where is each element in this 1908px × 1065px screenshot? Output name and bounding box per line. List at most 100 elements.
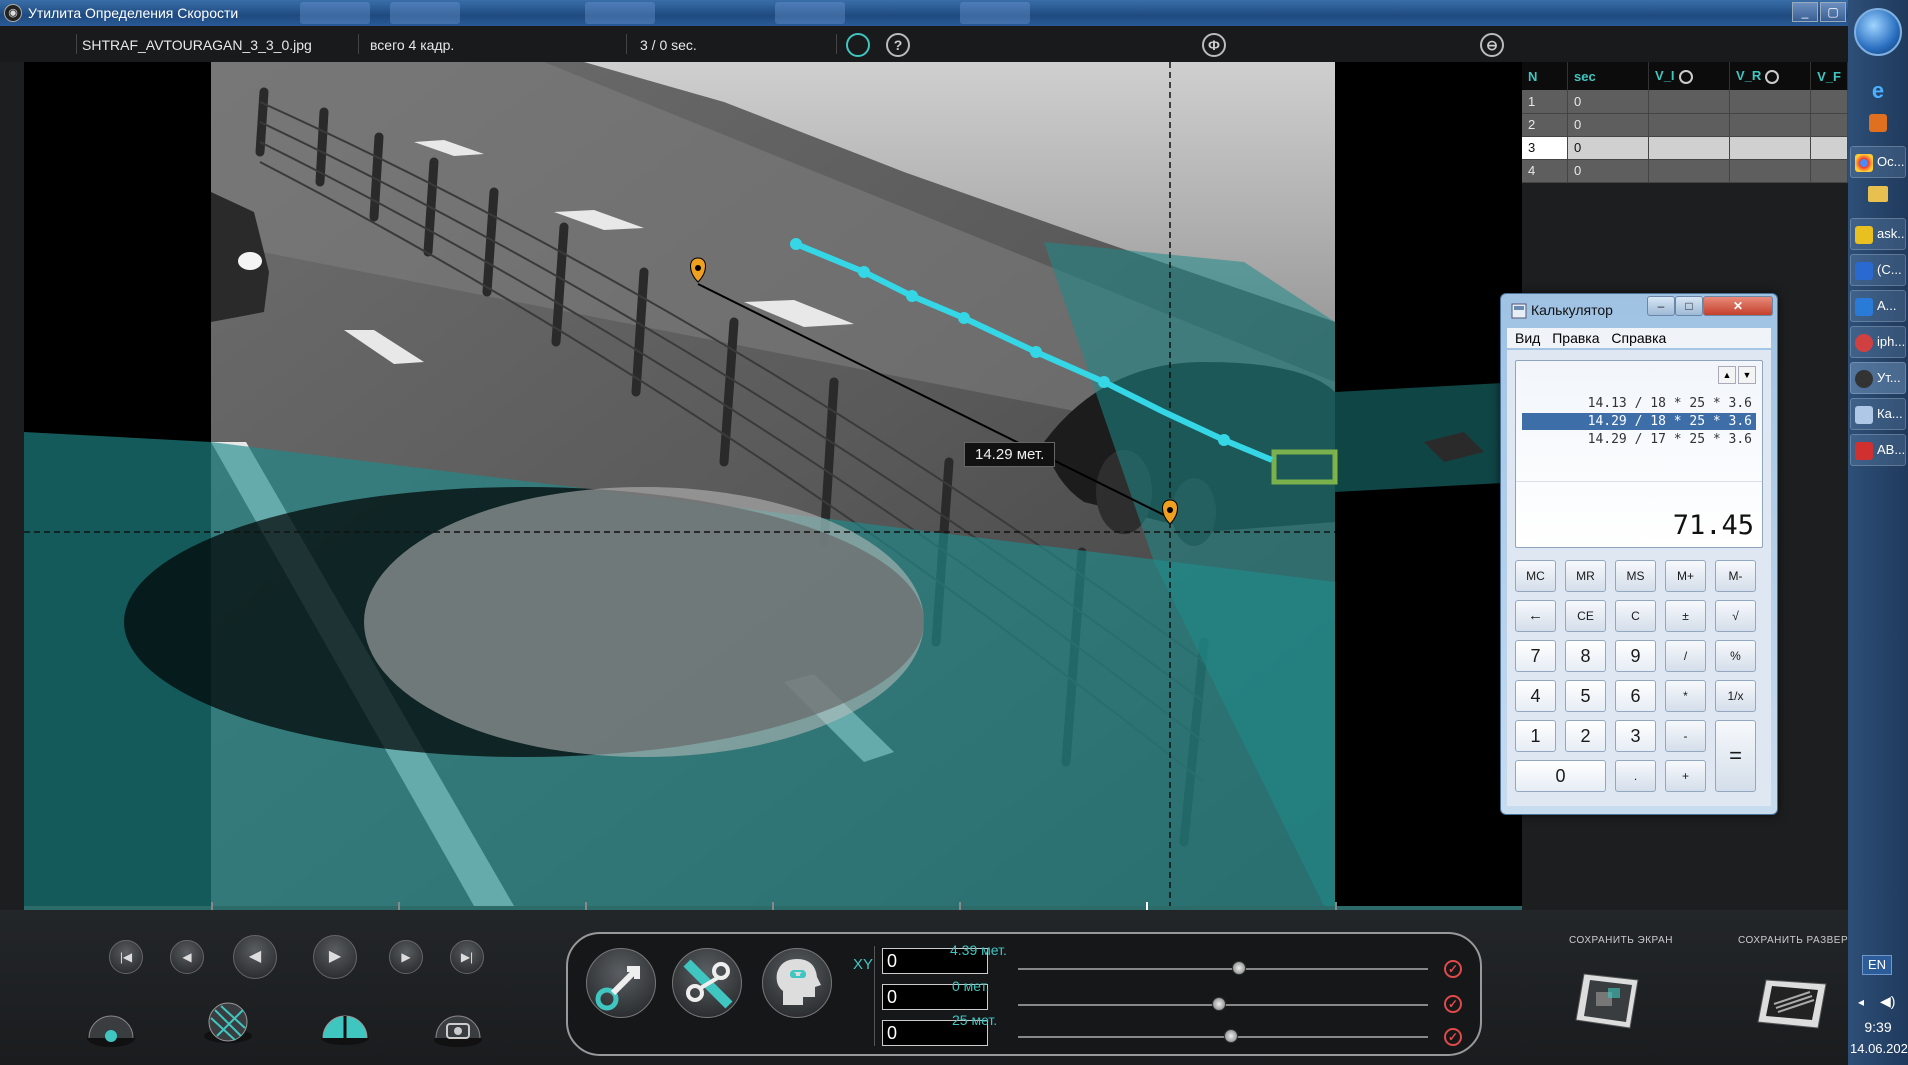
record-icon[interactable] (846, 33, 870, 57)
start-button[interactable] (1854, 8, 1902, 56)
cell-vf (1810, 90, 1848, 114)
history-line[interactable]: 14.29 / 17 * 25 * 3.6 (1522, 431, 1756, 448)
volume-icon[interactable]: ◀) (1880, 993, 1895, 1010)
key-backspace[interactable]: ← (1515, 600, 1556, 632)
slider-knob-3[interactable] (1224, 1029, 1238, 1043)
cell-vi (1648, 159, 1731, 183)
key-mplus[interactable]: M+ (1665, 560, 1706, 592)
confirm-check-icon[interactable]: ✓ (1444, 960, 1462, 978)
camera-mode-icon[interactable] (433, 1004, 483, 1048)
calculator-window[interactable]: Калькулятор – □ ✕ Вид Правка Справка ▲ ▼ … (1500, 293, 1778, 815)
key-equals[interactable]: = (1715, 720, 1756, 792)
minimize-button[interactable]: _ (1792, 2, 1818, 22)
menu-help[interactable]: Справка (1611, 330, 1666, 346)
slider-track-1[interactable] (1018, 968, 1428, 970)
scroll-up-icon[interactable]: ▲ (1718, 366, 1736, 384)
key-c[interactable]: C (1615, 600, 1656, 632)
key-7[interactable]: 7 (1515, 640, 1556, 672)
key-add[interactable]: + (1665, 760, 1706, 792)
help-icon[interactable]: ? (886, 33, 910, 57)
menu-edit[interactable]: Правка (1552, 330, 1599, 346)
timeline-tick (585, 902, 587, 910)
calc-minimize-button[interactable]: – (1647, 296, 1675, 316)
phi-icon[interactable]: Ф (1202, 33, 1226, 57)
taskbar-item-iphone[interactable]: iph... (1850, 326, 1906, 358)
history-line-selected[interactable]: 14.29 / 18 * 25 * 3.6 (1522, 413, 1756, 430)
key-mc[interactable]: MC (1515, 560, 1556, 592)
taskbar-item-calculator[interactable]: Ка... (1850, 398, 1906, 430)
key-sqrt[interactable]: √ (1715, 600, 1756, 632)
video-frame[interactable]: 14.29 мет. (24, 62, 1522, 906)
ie-icon[interactable]: e (1866, 78, 1890, 103)
view-mode-icon[interactable] (86, 1004, 136, 1048)
menu-view[interactable]: Вид (1515, 330, 1540, 346)
key-percent[interactable]: % (1715, 640, 1756, 672)
key-multiply[interactable]: * (1665, 680, 1706, 712)
taskbar-item-explorer[interactable]: (С... (1850, 254, 1906, 286)
taskbar-item-utility[interactable]: Ут... (1850, 362, 1906, 394)
slider-knob-1[interactable] (1232, 961, 1246, 975)
key-4[interactable]: 4 (1515, 680, 1556, 712)
calc-close-button[interactable]: ✕ (1703, 296, 1773, 316)
taskbar-item-ask[interactable]: ask... (1850, 218, 1906, 250)
key-5[interactable]: 5 (1565, 680, 1606, 712)
play-button[interactable]: ▶ (313, 935, 357, 979)
key-divide[interactable]: / (1665, 640, 1706, 672)
last-frame-button[interactable]: ▶| (450, 940, 484, 974)
radio-icon[interactable] (1765, 69, 1780, 84)
windows-taskbar: e Ос... ask... (С... A... iph... Ут... К… (1848, 0, 1908, 1065)
prev-step-button[interactable]: ◀ (170, 940, 204, 974)
radio-icon[interactable] (1678, 69, 1693, 84)
calc-maximize-button[interactable]: □ (1675, 296, 1703, 316)
key-mr[interactable]: MR (1565, 560, 1606, 592)
table-row-selected[interactable]: 30 (1522, 136, 1848, 160)
key-reciprocal[interactable]: 1/x (1715, 680, 1756, 712)
table-row[interactable]: 10 (1522, 90, 1848, 114)
taskbar-item-ab[interactable]: AB... (1850, 434, 1906, 466)
key-subtract[interactable]: - (1665, 720, 1706, 752)
cell-n: 4 (1522, 159, 1568, 183)
language-indicator[interactable]: EN (1862, 955, 1892, 975)
folder-icon[interactable] (1868, 186, 1888, 202)
key-9[interactable]: 9 (1615, 640, 1656, 672)
divider (836, 34, 837, 54)
first-frame-button[interactable]: |◀ (109, 940, 143, 974)
table-row[interactable]: 40 (1522, 159, 1848, 183)
taskbar-item-chrome[interactable]: Ос... (1850, 146, 1906, 178)
prev-frame-button[interactable]: ◀ (233, 935, 277, 979)
confirm-check-icon[interactable]: ✓ (1444, 995, 1462, 1013)
key-3[interactable]: 3 (1615, 720, 1656, 752)
table-row[interactable]: 20 (1522, 113, 1848, 137)
scissors-tool-button[interactable] (672, 948, 742, 1018)
key-0[interactable]: 0 (1515, 760, 1606, 792)
key-1[interactable]: 1 (1515, 720, 1556, 752)
theta-icon[interactable]: ⊖ (1480, 33, 1504, 57)
pointer-tool-button[interactable] (586, 948, 656, 1018)
grid-mode-icon[interactable] (203, 1000, 253, 1044)
key-mminus[interactable]: M- (1715, 560, 1756, 592)
key-ce[interactable]: CE (1565, 600, 1606, 632)
xy-label: XY (853, 956, 874, 973)
scroll-down-icon[interactable]: ▼ (1738, 366, 1756, 384)
history-line[interactable]: 14.13 / 18 * 25 * 3.6 (1522, 395, 1756, 412)
maximize-button[interactable]: ▢ (1820, 2, 1846, 22)
key-6[interactable]: 6 (1615, 680, 1656, 712)
save-screen-label: СОХРАНИТЬ ЭКРАН (1569, 935, 1673, 946)
next-step-button[interactable]: ▶ (389, 940, 423, 974)
key-dot[interactable]: . (1615, 760, 1656, 792)
slider-knob-2[interactable] (1212, 997, 1226, 1011)
key-plusminus[interactable]: ± (1665, 600, 1706, 632)
key-ms[interactable]: MS (1615, 560, 1656, 592)
key-8[interactable]: 8 (1565, 640, 1606, 672)
slider-track-3[interactable] (1018, 1036, 1428, 1038)
save-screen-icon[interactable] (1572, 970, 1646, 1030)
speed-mode-icon[interactable] (320, 1002, 370, 1046)
save-unwrap-icon[interactable] (1756, 970, 1830, 1030)
head-tool-button[interactable] (762, 948, 832, 1018)
confirm-check-icon[interactable]: ✓ (1444, 1028, 1462, 1046)
media-player-icon[interactable] (1869, 114, 1887, 132)
timeline-tick (772, 902, 774, 910)
taskbar-item-a[interactable]: A... (1850, 290, 1906, 322)
tray-arrow-icon[interactable]: ◂ (1858, 995, 1864, 1009)
key-2[interactable]: 2 (1565, 720, 1606, 752)
